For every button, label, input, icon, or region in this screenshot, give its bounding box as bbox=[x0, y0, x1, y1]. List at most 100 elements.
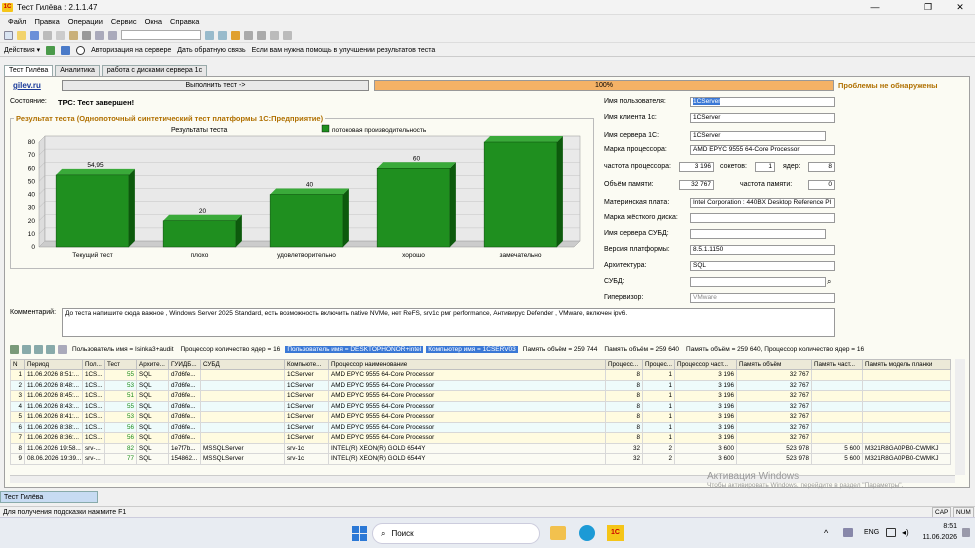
column-header[interactable]: Память част... bbox=[811, 359, 863, 370]
taskbar-search[interactable]: ⌕ Поиск bbox=[372, 523, 540, 544]
tray-chevron-icon[interactable]: ^ bbox=[824, 528, 828, 538]
list-settings-icon[interactable] bbox=[58, 345, 67, 354]
export-icon[interactable] bbox=[61, 45, 71, 55]
table-row[interactable]: 9 08.06.2026 19:39... srv-... 77 SQL 154862..… bbox=[10, 453, 951, 465]
column-header[interactable]: Процессор част... bbox=[674, 359, 737, 370]
tray-time[interactable]: 8:51 bbox=[927, 523, 957, 530]
find-next-icon[interactable] bbox=[218, 30, 227, 40]
window-tab-gilev[interactable]: Тест Гилёва bbox=[0, 491, 98, 503]
maximize-button[interactable]: ❐ bbox=[913, 0, 943, 15]
tray-date[interactable]: 11.06.2026 bbox=[910, 534, 957, 541]
filter-chip[interactable]: Память объём = 259 744 bbox=[521, 346, 600, 353]
filter-chip[interactable]: Память объём = 259 640 bbox=[602, 346, 681, 353]
gilev-link[interactable]: gilev.ru bbox=[13, 81, 41, 90]
info-icon[interactable] bbox=[231, 30, 240, 40]
column-header[interactable]: Процессор наименование bbox=[328, 359, 606, 370]
column-header[interactable]: Компьюте... bbox=[284, 359, 329, 370]
open-folder-icon[interactable] bbox=[17, 30, 26, 40]
column-header[interactable]: Процес... bbox=[642, 359, 675, 370]
column-header[interactable]: Период bbox=[24, 359, 83, 370]
column-header[interactable]: N bbox=[10, 359, 25, 370]
filter-chip[interactable]: Процессор количество ядер = 16 bbox=[179, 346, 283, 353]
edge-browser-icon[interactable] bbox=[579, 525, 595, 541]
calendar-icon[interactable] bbox=[244, 30, 253, 40]
language-indicator[interactable]: ENG bbox=[864, 529, 879, 536]
tab-analytics[interactable]: Аналитика bbox=[55, 65, 100, 76]
help-icon[interactable] bbox=[283, 30, 292, 40]
run-test-button[interactable]: Выполнить тест -> bbox=[62, 80, 369, 91]
sort-asc-icon[interactable] bbox=[34, 345, 43, 354]
table-row[interactable]: 5 11.06.2026 8:41:... 1CS... 53 SQL d7d6fe...… bbox=[10, 411, 951, 423]
mem-field[interactable]: 32 767 bbox=[679, 180, 714, 190]
search-input[interactable] bbox=[121, 30, 201, 40]
new-doc-icon[interactable] bbox=[4, 30, 13, 40]
memory-icon[interactable] bbox=[270, 30, 279, 40]
menu-edit[interactable]: Правка bbox=[34, 17, 59, 26]
table-row[interactable]: 6 11.06.2026 8:38:... 1CS... 56 SQL d7d6fe...… bbox=[10, 421, 951, 433]
find-icon[interactable] bbox=[205, 30, 214, 40]
refresh-icon[interactable] bbox=[46, 45, 56, 55]
column-header[interactable]: Память модель планки bbox=[862, 359, 951, 370]
cores-field[interactable]: 8 bbox=[808, 162, 835, 172]
cut-icon[interactable] bbox=[43, 30, 52, 40]
tray-app-icon[interactable] bbox=[843, 528, 853, 537]
comment-field[interactable]: До теста напишите сюда важное , Windows … bbox=[62, 308, 835, 337]
column-header[interactable]: Процесс... bbox=[605, 359, 643, 370]
paste-icon[interactable] bbox=[69, 30, 78, 40]
table-row[interactable]: 4 11.06.2026 8:43:... 1CS... 55 SQL d7d6fe...… bbox=[10, 400, 951, 412]
table-row[interactable]: 7 11.06.2026 8:36:... 1CS... 56 SQL d7d6fe...… bbox=[10, 432, 951, 444]
column-header[interactable]: ГУИДБ... bbox=[168, 359, 201, 370]
filter-chip[interactable]: Память объём = 259 640, Процессор количе… bbox=[684, 346, 866, 353]
copy-icon[interactable] bbox=[56, 30, 65, 40]
print-icon[interactable] bbox=[82, 30, 91, 40]
sort-desc-icon[interactable] bbox=[46, 345, 55, 354]
table-row[interactable]: 3 11.06.2026 8:45:... 1CS... 51 SQL d7d6fe...… bbox=[10, 390, 951, 402]
filter-icon[interactable] bbox=[10, 345, 19, 354]
vertical-scrollbar[interactable] bbox=[955, 359, 965, 475]
filter-chip[interactable]: Компьютер имя = 1CSERV03 bbox=[426, 346, 518, 353]
column-header[interactable]: Тест bbox=[104, 359, 137, 370]
column-header[interactable]: Архите... bbox=[136, 359, 169, 370]
feedback-button[interactable]: Дать обратную связь bbox=[177, 47, 245, 54]
speaker-icon[interactable]: ◂) bbox=[902, 528, 909, 537]
board-field[interactable]: Intel Corporation : 440BX Desktop Refere… bbox=[690, 198, 835, 208]
user-field[interactable]: 1CServer bbox=[690, 97, 835, 107]
network-icon[interactable] bbox=[886, 528, 896, 537]
calculator-icon[interactable] bbox=[257, 30, 266, 40]
menu-service[interactable]: Сервис bbox=[111, 17, 137, 26]
server-field[interactable]: 1CServer bbox=[690, 131, 826, 141]
dbms-select-icon[interactable]: ⌕ bbox=[827, 277, 831, 287]
filter-clear-icon[interactable] bbox=[22, 345, 31, 354]
tab-disks[interactable]: работа с дисками сервера 1с bbox=[101, 65, 208, 76]
sockets-field[interactable]: 1 bbox=[755, 162, 775, 172]
column-header[interactable]: СУБД bbox=[200, 359, 285, 370]
menu-help[interactable]: Справка bbox=[170, 17, 199, 26]
question-icon[interactable] bbox=[76, 45, 86, 55]
table-row[interactable]: 2 11.06.2026 8:48:... 1CS... 53 SQL d7d6fe...… bbox=[10, 379, 951, 391]
1c-app-icon[interactable]: 1С bbox=[607, 525, 624, 541]
windows-start-icon[interactable] bbox=[352, 526, 367, 541]
notification-bell-icon[interactable] bbox=[962, 528, 970, 537]
dbms-field[interactable] bbox=[690, 277, 826, 287]
disk-field[interactable] bbox=[690, 213, 835, 223]
platform-field[interactable]: 8.5.1.1150 bbox=[690, 245, 835, 255]
freq-field[interactable]: 3 196 bbox=[679, 162, 714, 172]
table-row[interactable]: 1 11.06.2026 8:51:... 1CS... 55 SQL d7d6fe...… bbox=[10, 369, 951, 381]
filter-chip[interactable]: Пользователь имя = DESKTOPHONOR+intel bbox=[285, 346, 424, 353]
minimize-button[interactable]: — bbox=[860, 0, 890, 15]
table-row[interactable]: 8 11.06.2026 19:58... srv-... 82 SQL 1e7f7b..… bbox=[10, 442, 951, 454]
redo-icon[interactable] bbox=[108, 30, 117, 40]
client-field[interactable]: 1CServer bbox=[690, 113, 835, 123]
cpu-field[interactable]: AMD EPYC 9555 64-Core Processor bbox=[690, 145, 835, 155]
filter-chip[interactable]: Пользователь имя = Isinka3+audit bbox=[70, 346, 176, 353]
menu-operations[interactable]: Операции bbox=[68, 17, 103, 26]
help-improve-button[interactable]: Если вам нужна помощь в улучшении резуль… bbox=[252, 47, 436, 54]
dbserver-field[interactable] bbox=[690, 229, 826, 239]
menu-windows[interactable]: Окна bbox=[145, 17, 162, 26]
hypervisor-field[interactable]: VMware bbox=[690, 293, 835, 303]
file-explorer-icon[interactable] bbox=[550, 526, 566, 540]
column-header[interactable]: Пол... bbox=[82, 359, 105, 370]
column-header[interactable]: Память объём bbox=[736, 359, 812, 370]
memfreq-field[interactable]: 0 bbox=[808, 180, 835, 190]
undo-icon[interactable] bbox=[95, 30, 104, 40]
